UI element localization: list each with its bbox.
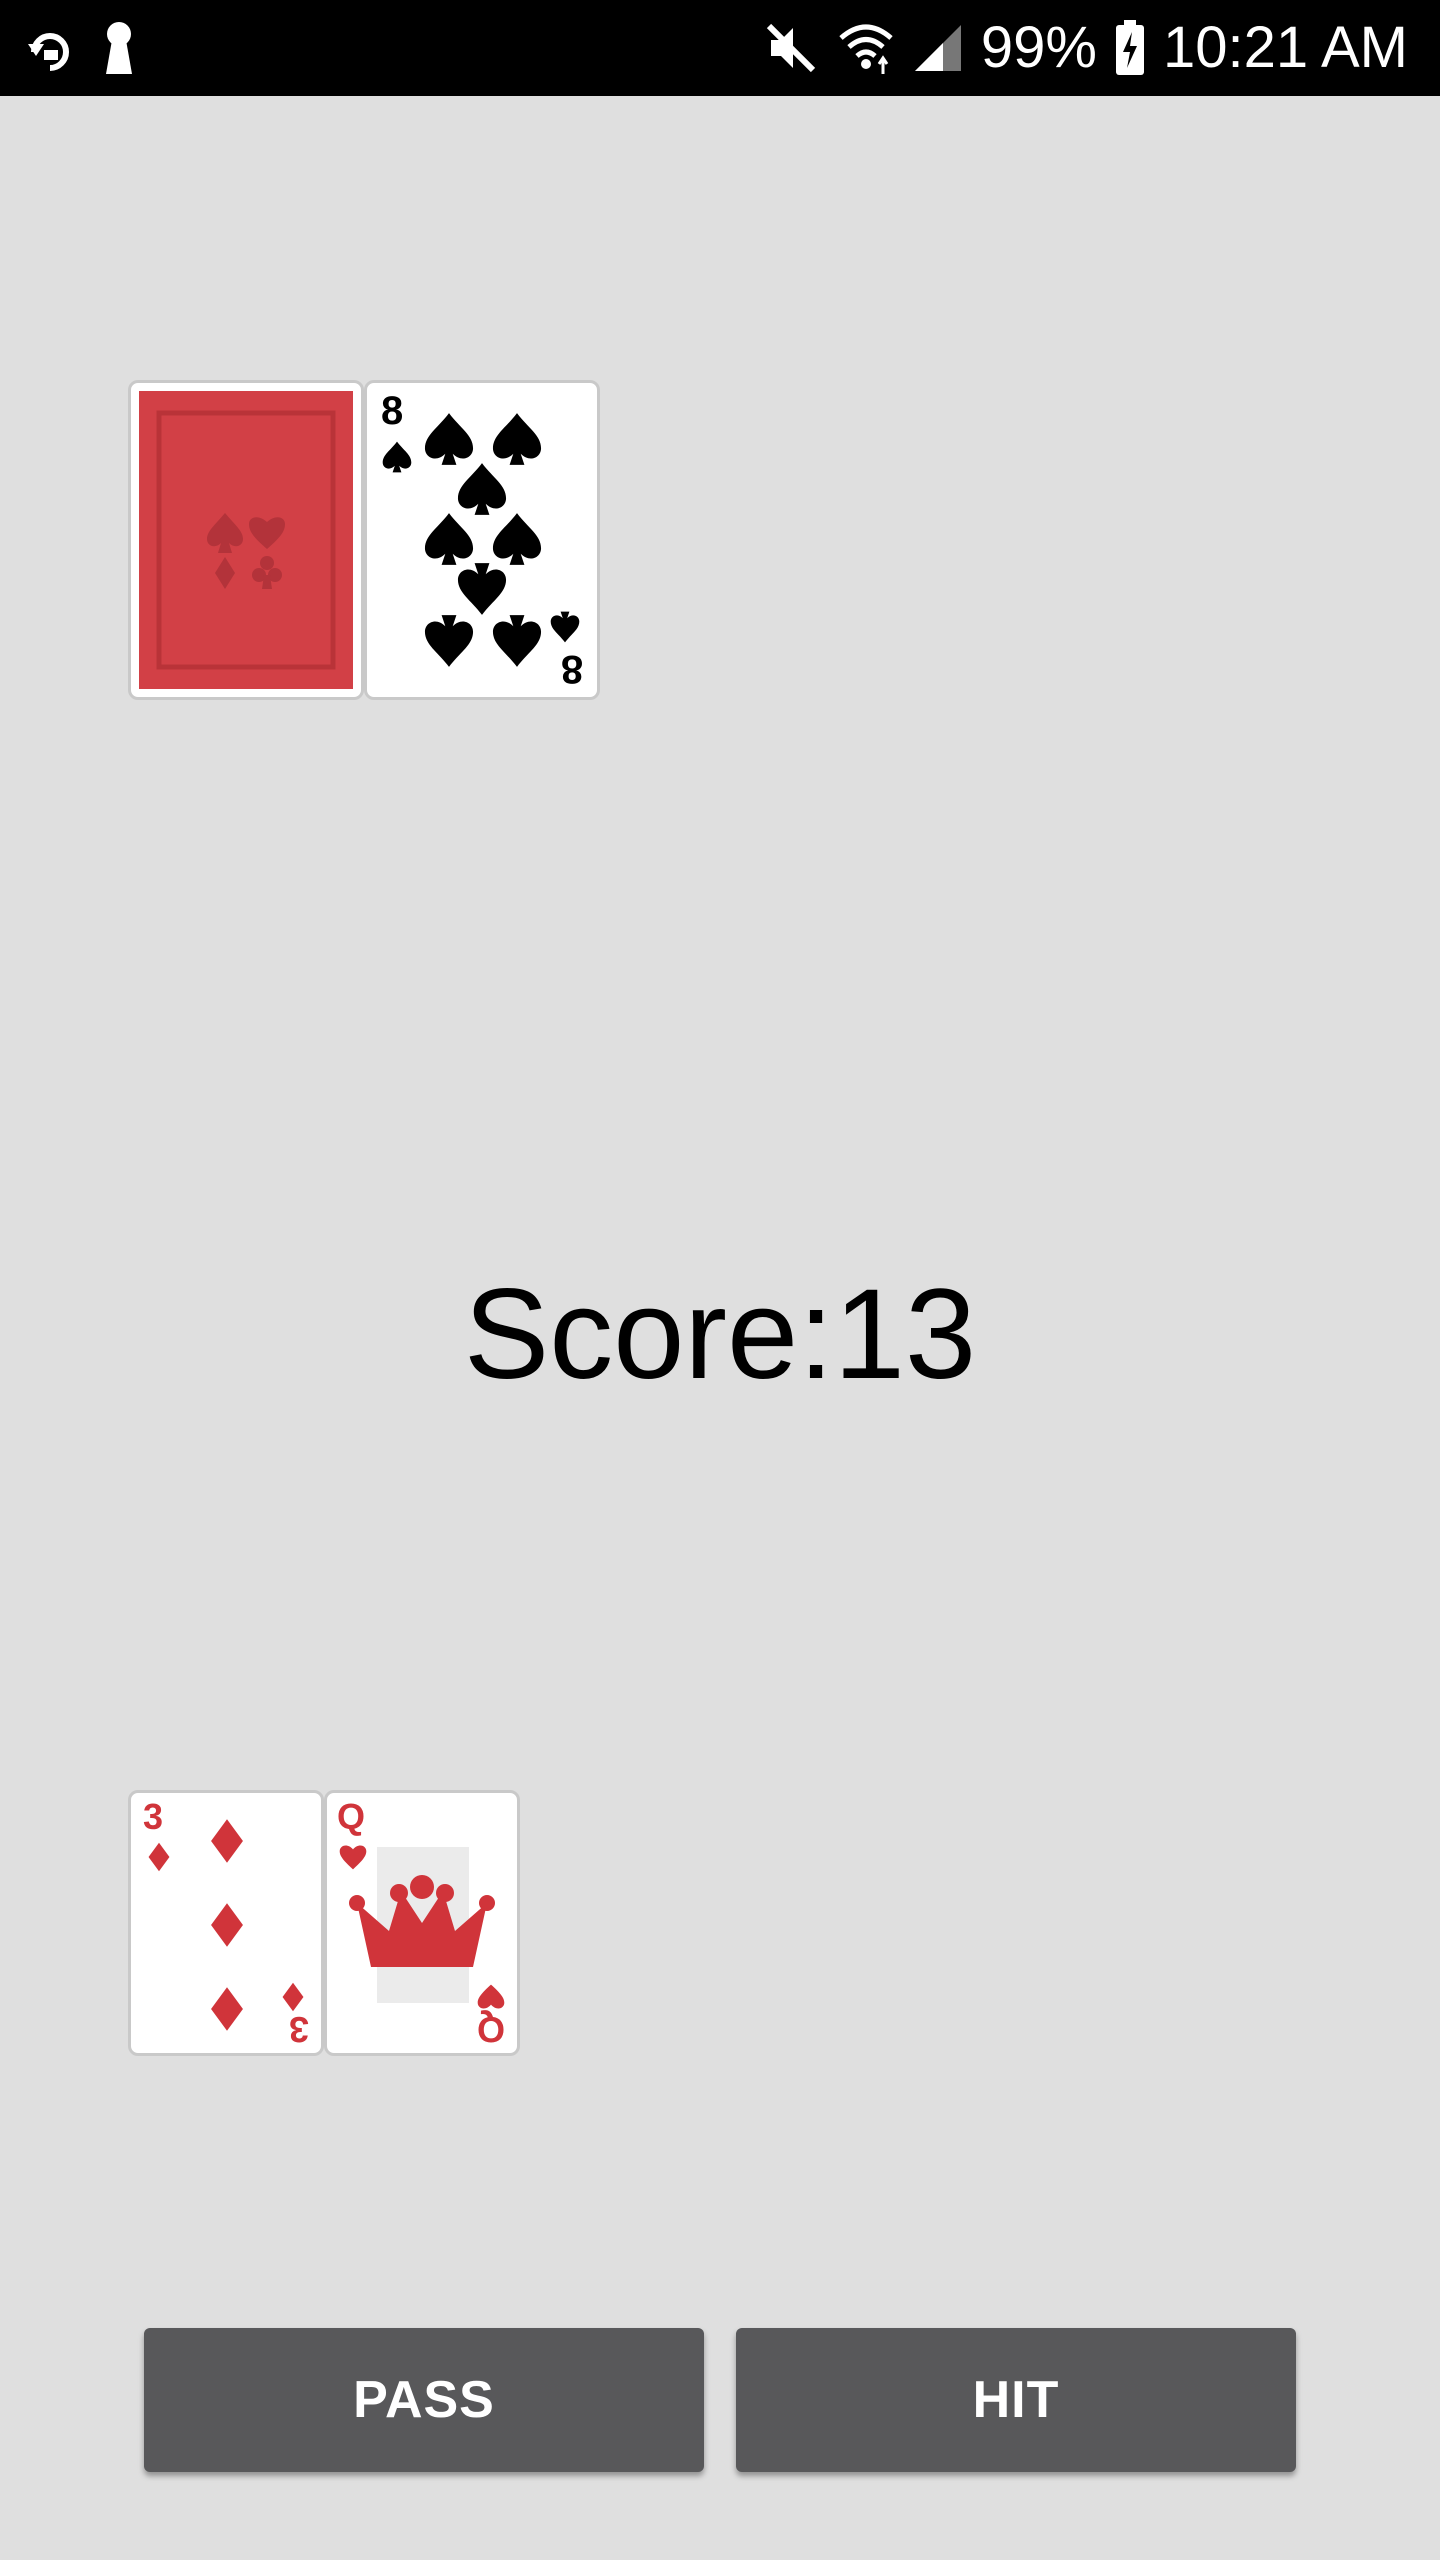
dealer-card-eight-of-spades: 8 8 bbox=[364, 380, 600, 700]
card-rank: Q bbox=[337, 1796, 366, 1837]
score-label: Score:13 bbox=[463, 1263, 977, 1406]
diamond-icon bbox=[211, 1987, 243, 2031]
hit-button[interactable]: HIT bbox=[736, 2328, 1296, 2472]
card-rank-rotated: Q bbox=[476, 2009, 505, 2050]
dealer-card-back bbox=[128, 380, 364, 700]
spade-icon bbox=[457, 463, 507, 515]
clock: 10:21 AM bbox=[1162, 15, 1408, 80]
spade-icon bbox=[424, 513, 474, 565]
card-rank: 3 bbox=[143, 1796, 164, 1837]
heart-icon bbox=[477, 1984, 505, 2009]
sync-icon bbox=[24, 22, 76, 74]
card-rank-rotated: 3 bbox=[288, 2009, 309, 2050]
wifi-icon bbox=[837, 20, 895, 76]
keyhole-icon bbox=[104, 20, 134, 76]
diamond-icon bbox=[282, 1982, 304, 2012]
battery-charging-icon bbox=[1115, 20, 1145, 76]
spade-icon bbox=[424, 413, 474, 465]
pass-button[interactable]: PASS bbox=[144, 2328, 704, 2472]
status-bar: 99% 10:21 AM bbox=[0, 0, 1440, 96]
battery-percent: 99% bbox=[980, 15, 1097, 80]
diamond-icon bbox=[211, 1819, 243, 1863]
player-card-three-of-diamonds: 3 3 bbox=[128, 1790, 324, 2056]
spade-icon bbox=[382, 441, 412, 473]
spade-icon bbox=[492, 413, 542, 465]
heart-icon bbox=[339, 1845, 367, 1870]
mute-icon bbox=[763, 20, 819, 76]
signal-icon bbox=[913, 23, 963, 73]
diamond-icon bbox=[211, 1903, 243, 1947]
spade-icon bbox=[457, 563, 507, 615]
spade-icon bbox=[492, 513, 542, 565]
diamond-icon bbox=[148, 1842, 170, 1872]
spade-icon bbox=[550, 611, 580, 643]
spade-icon bbox=[492, 615, 542, 667]
card-rank: 8 bbox=[381, 389, 404, 433]
card-rank-rotated: 8 bbox=[560, 647, 583, 691]
spade-icon bbox=[424, 615, 474, 667]
player-card-queen-of-hearts: Q Q bbox=[324, 1790, 520, 2056]
